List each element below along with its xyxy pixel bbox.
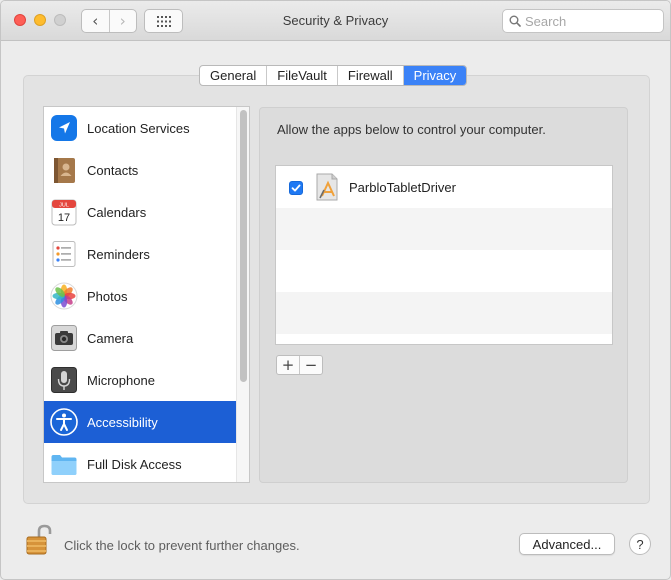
app-enable-checkbox[interactable]: [289, 181, 303, 195]
panel-description: Allow the apps below to control your com…: [277, 122, 546, 137]
list-item-microphone[interactable]: Microphone: [44, 359, 236, 401]
list-item-label: Accessibility: [87, 414, 158, 430]
advanced-button[interactable]: Advanced...: [519, 533, 615, 555]
list-item-calendars[interactable]: JUL 17 Calendars: [44, 191, 236, 233]
list-item-label: Calendars: [87, 204, 147, 220]
list-item-photos[interactable]: Photos: [44, 275, 236, 317]
calendar-icon: JUL 17: [51, 199, 77, 226]
folder-icon: [51, 455, 77, 475]
search-field[interactable]: [502, 9, 664, 33]
list-item-label: Photos: [87, 288, 128, 304]
list-item-label: Contacts: [87, 162, 139, 178]
app-list-table[interactable]: ParbloTabletDriver: [275, 165, 613, 345]
app-row-empty: [276, 250, 612, 292]
list-item-label: Reminders: [87, 246, 150, 262]
list-item-label: Location Services: [87, 120, 190, 136]
accessibility-icon: [50, 408, 78, 436]
app-generic-icon: [316, 173, 338, 201]
list-item-reminders[interactable]: Reminders: [44, 233, 236, 275]
checkmark-icon: [291, 184, 301, 192]
list-item-full-disk-access[interactable]: Full Disk Access: [44, 443, 236, 482]
privacy-category-list[interactable]: Location Services Contacts JUL 17 Calend…: [43, 106, 250, 483]
location-arrow-icon: [51, 115, 77, 141]
window: ‹ › Security & Privacy Search General Fi…: [0, 0, 671, 580]
reminders-list-icon: [52, 241, 76, 267]
list-item-label: Full Disk Access: [87, 456, 182, 472]
calendar-month-text: JUL: [59, 203, 69, 209]
list-item-contacts[interactable]: Contacts: [44, 149, 236, 191]
search-input[interactable]: [525, 13, 655, 29]
calendar-day-text: 17: [58, 212, 70, 224]
title-bar: ‹ › Security & Privacy: [1, 1, 670, 41]
app-row-empty: [276, 208, 612, 250]
help-button[interactable]: ?: [629, 533, 651, 555]
app-name: ParbloTabletDriver: [349, 180, 456, 195]
search-icon: [509, 15, 521, 27]
app-row-empty: [276, 292, 612, 334]
list-item-camera[interactable]: Camera: [44, 317, 236, 359]
camera-icon: [51, 325, 77, 351]
unlocked-padlock-icon[interactable]: [24, 523, 56, 557]
app-row-empty: [276, 334, 612, 344]
microphone-icon: [51, 367, 77, 393]
tab-general[interactable]: General: [200, 66, 268, 85]
scrollbar-thumb[interactable]: [240, 110, 247, 382]
add-remove-control: + −: [276, 355, 323, 375]
tab-bar: General FileVault Firewall Privacy: [199, 65, 468, 86]
contacts-book-icon: [54, 158, 75, 183]
add-app-button[interactable]: +: [277, 356, 300, 374]
list-item-label: Camera: [87, 330, 134, 346]
app-row[interactable]: ParbloTabletDriver: [276, 166, 612, 208]
tab-firewall[interactable]: Firewall: [338, 66, 404, 85]
list-item-accessibility[interactable]: Accessibility: [44, 401, 236, 443]
tab-filevault[interactable]: FileVault: [267, 66, 338, 85]
list-item-label: Microphone: [87, 372, 155, 388]
tab-privacy[interactable]: Privacy: [403, 66, 467, 85]
list-scrollbar[interactable]: [236, 107, 249, 482]
lock-status-text: Click the lock to prevent further change…: [64, 538, 300, 553]
remove-app-button[interactable]: −: [300, 356, 322, 374]
list-item-location-services[interactable]: Location Services: [44, 107, 236, 149]
photos-flower-icon: [50, 282, 78, 310]
